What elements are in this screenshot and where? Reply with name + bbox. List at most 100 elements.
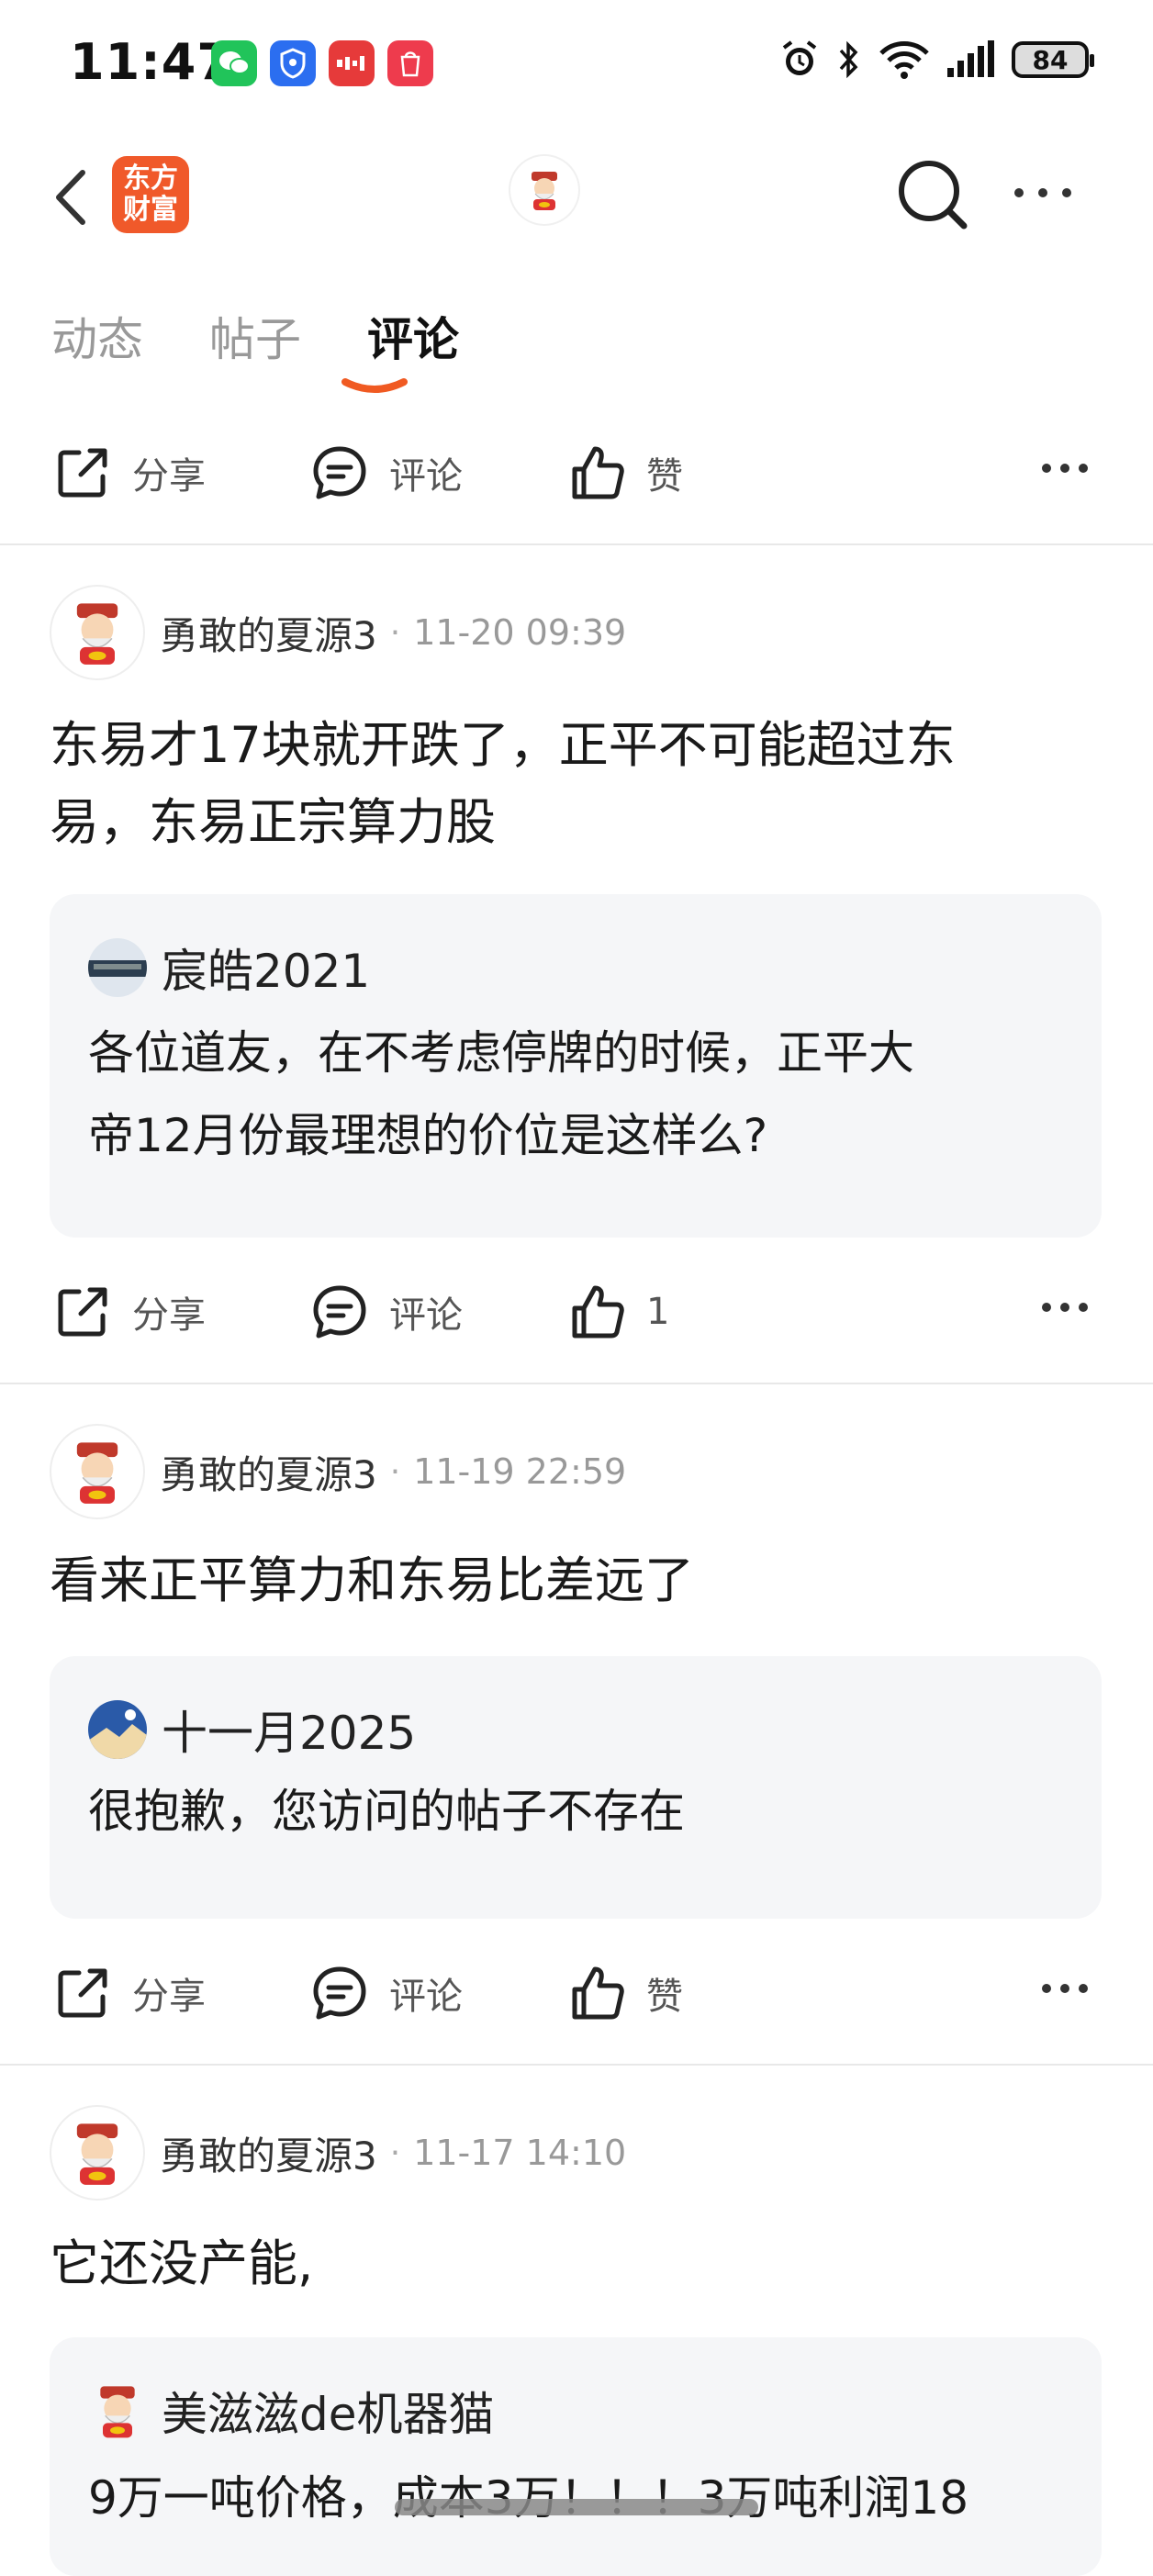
wifi-icon	[879, 41, 929, 79]
quoted-author: 宸皓2021	[162, 945, 371, 998]
quoted-text-line: 很抱歉，您访问的帖子不存在	[88, 1785, 685, 1838]
quoted-author: 十一月2025	[162, 1707, 417, 1760]
news-app-icon	[329, 40, 375, 86]
battery-indicator: 84	[1012, 41, 1094, 78]
author-avatar[interactable]	[50, 1424, 145, 1519]
thumbs-up-icon	[572, 1966, 624, 2020]
comment-icon	[313, 1966, 366, 2020]
signal-icon	[947, 40, 994, 77]
alarm-icon	[782, 40, 817, 75]
bluetooth-icon	[839, 40, 858, 79]
post-header: 勇敢的夏源3 · 11-17 14:10	[50, 2102, 626, 2203]
comment-icon	[313, 446, 366, 499]
chevron-left-icon	[56, 170, 85, 225]
like-button[interactable]: 1	[567, 1261, 669, 1362]
caishen-avatar-icon	[76, 1442, 118, 1504]
photo-avatar-icon	[88, 938, 147, 997]
like-button[interactable]: 赞	[567, 422, 683, 523]
post-time: 11-17 14:10	[413, 2133, 627, 2173]
comment-button[interactable]: 评论	[310, 422, 463, 523]
tab-bar: 动态 帖子 评论	[51, 303, 459, 413]
active-tab-indicator	[341, 378, 408, 393]
share-button[interactable]: 分享	[53, 1943, 206, 2044]
action-row: 分享 评论 赞	[0, 422, 1153, 523]
action-row: 分享 评论 赞	[0, 1943, 1153, 2044]
eastmoney-logo[interactable]: 东方 财富	[112, 156, 189, 233]
quoted-avatar	[88, 1700, 147, 1759]
post-header: 勇敢的夏源3 · 11-20 09:39	[50, 582, 626, 683]
tab-posts[interactable]: 帖子	[209, 303, 301, 413]
logo-line1: 东方	[123, 162, 178, 195]
search-button[interactable]	[896, 158, 969, 231]
post-header: 勇敢的夏源3 · 11-19 22:59	[50, 1421, 626, 1522]
share-icon	[58, 1968, 107, 2018]
quoted-text: 很抱歉，您访问的帖子不存在	[88, 1770, 1061, 1853]
tab-comments[interactable]: 评论	[367, 303, 459, 413]
post-more-icon[interactable]	[1037, 1289, 1092, 1326]
back-button[interactable]	[46, 165, 101, 230]
post-text[interactable]: 东易才17块就开跌了，正平不可能超过东 易，东易正宗算力股	[50, 707, 1105, 861]
share-label: 分享	[132, 455, 206, 498]
wechat-icon	[211, 40, 257, 86]
app-header: 东方 财富	[0, 147, 1153, 248]
quoted-post[interactable]: 美滋滋de机器猫 9万一吨价格，成本3万！！！3万吨利润18	[50, 2337, 1102, 2576]
notification-icons	[211, 40, 433, 86]
comment-label: 评论	[389, 1976, 463, 2018]
more-button[interactable]	[1006, 174, 1080, 211]
separator-dot: ·	[389, 613, 401, 652]
more-dots-icon	[1014, 188, 1071, 197]
separator-dot: ·	[389, 1452, 401, 1491]
quoted-avatar	[88, 2381, 147, 2440]
caishen-avatar-icon	[76, 2123, 118, 2185]
caishen-avatar-icon	[76, 603, 118, 665]
share-label: 分享	[132, 1976, 206, 2018]
author-avatar[interactable]	[50, 2105, 145, 2201]
search-icon	[899, 161, 968, 230]
post-text-line: 易，东易正宗算力股	[50, 793, 496, 851]
quoted-text-line: 各位道友，在不考虑停牌的时候，正平大	[88, 1026, 914, 1080]
quoted-text-line: 帝12月份最理想的价位是这样么?	[88, 1109, 768, 1162]
comment-icon	[313, 1285, 366, 1338]
author-name[interactable]: 勇敢的夏源3	[160, 605, 377, 661]
thumbs-up-icon	[572, 1285, 624, 1338]
like-button[interactable]: 赞	[567, 1943, 683, 2044]
quoted-author: 美滋滋de机器猫	[162, 2388, 495, 2441]
post-text[interactable]: 看来正平算力和东易比差远了	[50, 1542, 1105, 1619]
home-indicator[interactable]	[395, 2499, 758, 2515]
quoted-post[interactable]: 宸皓2021 各位道友，在不考虑停牌的时候，正平大 帝12月份最理想的价位是这样…	[50, 894, 1102, 1238]
profile-avatar[interactable]	[510, 156, 578, 224]
post-more-icon[interactable]	[1037, 1970, 1092, 2007]
comment-button[interactable]: 评论	[310, 1261, 463, 1362]
author-name[interactable]: 勇敢的夏源3	[160, 1444, 377, 1500]
share-button[interactable]: 分享	[53, 422, 206, 523]
caishen-avatar-icon	[100, 2386, 135, 2438]
comment-button[interactable]: 评论	[310, 1943, 463, 2044]
divider	[0, 1383, 1153, 1384]
tab-dynamics[interactable]: 动态	[51, 303, 143, 413]
author-name[interactable]: 勇敢的夏源3	[160, 2125, 377, 2181]
post-text-line: 它还没产能,	[50, 2234, 314, 2292]
app-gallery-icon	[387, 40, 433, 86]
post-text[interactable]: 它还没产能,	[50, 2225, 1105, 2302]
logo-line2: 财富	[123, 194, 178, 226]
quoted-header: 美滋滋de机器猫	[88, 2378, 495, 2444]
quoted-post[interactable]: 十一月2025 很抱歉，您访问的帖子不存在	[50, 1656, 1102, 1919]
caishen-avatar-icon	[532, 172, 557, 210]
post-text-line: 看来正平算力和东易比差远了	[50, 1551, 694, 1609]
post-more-icon[interactable]	[1037, 450, 1092, 487]
share-button[interactable]: 分享	[53, 1261, 206, 1362]
shield-icon	[270, 40, 316, 86]
divider	[0, 2064, 1153, 2066]
comment-label: 评论	[389, 455, 463, 498]
system-icons: 84	[778, 39, 1094, 81]
author-avatar[interactable]	[50, 585, 145, 680]
post-text-line: 东易才17块就开跌了，正平不可能超过东	[50, 716, 956, 774]
share-icon	[58, 448, 107, 498]
action-row: 分享 评论 1	[0, 1261, 1153, 1362]
separator-dot: ·	[389, 2134, 401, 2172]
share-label: 分享	[132, 1294, 206, 1337]
quoted-header: 十一月2025	[88, 1697, 416, 1763]
quoted-text: 9万一吨价格，成本3万！！！3万吨利润18	[88, 2457, 1061, 2539]
share-icon	[58, 1287, 107, 1337]
photo-avatar-icon	[88, 1700, 147, 1759]
